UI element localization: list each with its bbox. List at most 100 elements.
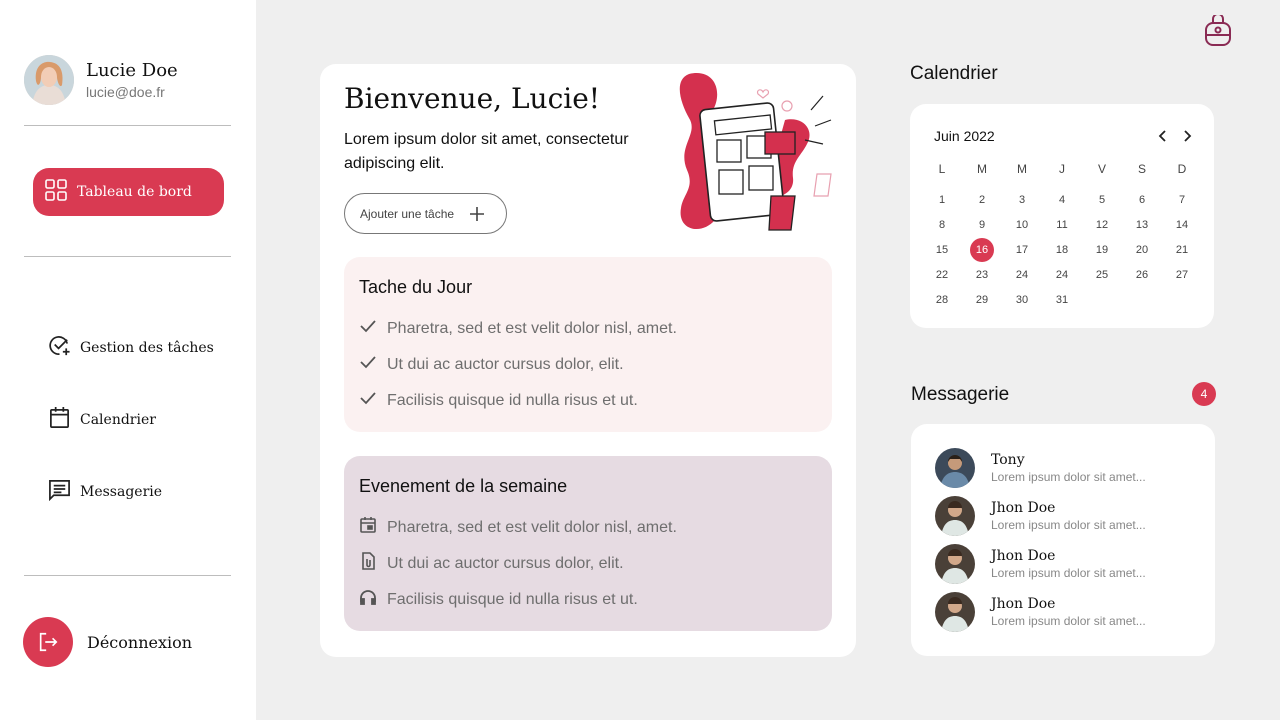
message-preview: Lorem ipsum dolor sit amet...: [991, 518, 1146, 532]
calendar-day[interactable]: 8: [930, 213, 954, 237]
message-item[interactable]: Jhon Doe Lorem ipsum dolor sit amet...: [935, 544, 1146, 584]
calendar-weekday: S: [1137, 162, 1146, 176]
calendar-icon: [48, 406, 71, 434]
logout-button[interactable]: Déconnexion: [23, 617, 192, 667]
calendar-month: Juin 2022: [934, 128, 995, 144]
check-icon: [359, 317, 377, 340]
calendar-day[interactable]: 3: [1010, 188, 1034, 212]
calendar-weekday: V: [1097, 162, 1106, 176]
avatar: [935, 592, 975, 632]
nav-label-tasks: Gestion des tâches: [80, 340, 214, 356]
check-icon: [359, 353, 377, 376]
messages-widget: Tony Lorem ipsum dolor sit amet... Jhon …: [911, 424, 1215, 656]
nav-item-messages[interactable]: Messagerie: [48, 478, 162, 506]
avatar: [935, 448, 975, 488]
weekly-events-title: Evenement de la semaine: [359, 476, 568, 496]
message-sender: Jhon Doe: [991, 596, 1056, 612]
calendar-day[interactable]: 11: [1050, 213, 1074, 237]
calendar-day[interactable]: 14: [1170, 213, 1194, 237]
calendar-weekday: M: [1017, 162, 1027, 176]
task-text: Facilisis quisque id nulla risus et ut.: [387, 391, 638, 409]
message-item[interactable]: Tony Lorem ipsum dolor sit amet...: [935, 448, 1146, 488]
list-item[interactable]: Facilisis quisque id nulla risus et ut.: [359, 389, 638, 412]
chevron-left-icon[interactable]: [1156, 129, 1170, 148]
calendar-day[interactable]: 31: [1050, 288, 1074, 312]
list-item[interactable]: Pharetra, sed et est velit dolor nisl, a…: [359, 516, 677, 539]
message-sender: Jhon Doe: [991, 500, 1056, 516]
list-item[interactable]: Facilisis quisque id nulla risus et ut.: [359, 588, 638, 611]
message-icon: [48, 478, 71, 506]
calendar-event-icon: [359, 516, 377, 539]
calendar-day[interactable]: 25: [1090, 263, 1114, 287]
calendar-widget: Juin 2022 L M M J V S D 1 2 3 4 5 6 7 8 9 10 11 12 13 14 15 16…: [910, 104, 1214, 328]
welcome-subtitle: Lorem ipsum dolor sit amet, consectetur …: [344, 131, 629, 172]
daily-tasks-panel: Tache du Jour Pharetra, sed et est velit…: [344, 257, 832, 432]
calendar-day[interactable]: 6: [1130, 188, 1154, 212]
avatar: [935, 544, 975, 584]
calendar-day[interactable]: 21: [1170, 238, 1194, 262]
calendar-day[interactable]: 28: [930, 288, 954, 312]
message-item[interactable]: Jhon Doe Lorem ipsum dolor sit amet...: [935, 592, 1146, 632]
event-text: Pharetra, sed et est velit dolor nisl, a…: [387, 518, 677, 536]
task-text: Pharetra, sed et est velit dolor nisl, a…: [387, 319, 677, 337]
daily-tasks-title: Tache du Jour: [359, 277, 473, 297]
calendar-day[interactable]: 27: [1170, 263, 1194, 287]
attachment-file-icon: [359, 552, 377, 575]
sidebar: Lucie Doe lucie@doe.fr Tableau de bord G…: [0, 0, 256, 720]
calendar-day[interactable]: 26: [1130, 263, 1154, 287]
calendar-day[interactable]: 10: [1010, 213, 1034, 237]
calendar-weekday: L: [938, 162, 946, 176]
event-text: Facilisis quisque id nulla risus et ut.: [387, 590, 638, 608]
calendar-day[interactable]: 2: [970, 188, 994, 212]
calendar-day[interactable]: 5: [1090, 188, 1114, 212]
calendar-day[interactable]: 15: [930, 238, 954, 262]
list-item[interactable]: Ut dui ac auctor cursus dolor, elit.: [359, 353, 624, 376]
message-item[interactable]: Jhon Doe Lorem ipsum dolor sit amet...: [935, 496, 1146, 536]
calendar-day[interactable]: 16: [970, 238, 994, 262]
calendar-day[interactable]: 1: [930, 188, 954, 212]
calendar-day[interactable]: 22: [930, 263, 954, 287]
calendar-day[interactable]: 13: [1130, 213, 1154, 237]
message-preview: Lorem ipsum dolor sit amet...: [991, 566, 1146, 580]
message-sender: Tony: [991, 452, 1025, 468]
nav-item-dashboard[interactable]: Tableau de bord: [33, 168, 224, 216]
calendar-day[interactable]: 17: [1010, 238, 1034, 262]
calendar-day[interactable]: 20: [1130, 238, 1154, 262]
avatar: [935, 496, 975, 536]
dashboard-card: Bienvenue, Lucie! Lorem ipsum dolor sit …: [320, 64, 856, 657]
message-sender: Jhon Doe: [991, 548, 1056, 564]
check-circle-add-icon: [48, 334, 71, 362]
calendar-day[interactable]: 29: [970, 288, 994, 312]
add-task-label: Ajouter une tâche: [360, 206, 455, 221]
welcome-title: Bienvenue, Lucie!: [344, 82, 601, 115]
chevron-right-icon[interactable]: [1180, 129, 1194, 148]
add-task-button[interactable]: Ajouter une tâche: [344, 193, 507, 234]
divider: [24, 256, 231, 257]
divider: [24, 575, 231, 576]
divider: [24, 125, 231, 126]
nav-label-messages: Messagerie: [80, 484, 163, 500]
calendar-day[interactable]: 18: [1050, 238, 1074, 262]
backpack-icon[interactable]: [1203, 13, 1233, 52]
message-preview: Lorem ipsum dolor sit amet...: [991, 614, 1146, 628]
nav-item-calendar[interactable]: Calendrier: [48, 406, 156, 434]
calendar-day[interactable]: 24: [1010, 263, 1034, 287]
calendar-day[interactable]: 24: [1050, 263, 1074, 287]
calendar-day[interactable]: 12: [1090, 213, 1114, 237]
profile-email: lucie@doe.fr: [86, 84, 165, 100]
list-item[interactable]: Ut dui ac auctor cursus dolor, elit.: [359, 552, 624, 575]
calendar-weekday: D: [1177, 162, 1187, 176]
calendar-day[interactable]: 7: [1170, 188, 1194, 212]
plus-icon: [468, 205, 486, 226]
calendar-day[interactable]: 30: [1010, 288, 1034, 312]
calendar-day[interactable]: 23: [970, 263, 994, 287]
calendar-day[interactable]: 19: [1090, 238, 1114, 262]
calendar-day[interactable]: 4: [1050, 188, 1074, 212]
nav-item-tasks[interactable]: Gestion des tâches: [48, 334, 214, 362]
shopping-illustration: [675, 70, 835, 240]
calendar-day[interactable]: 9: [970, 213, 994, 237]
profile-name: Lucie Doe: [86, 60, 178, 81]
logout-label: Déconnexion: [87, 632, 193, 652]
list-item[interactable]: Pharetra, sed et est velit dolor nisl, a…: [359, 317, 677, 340]
user-profile[interactable]: Lucie Doe lucie@doe.fr: [24, 55, 178, 105]
